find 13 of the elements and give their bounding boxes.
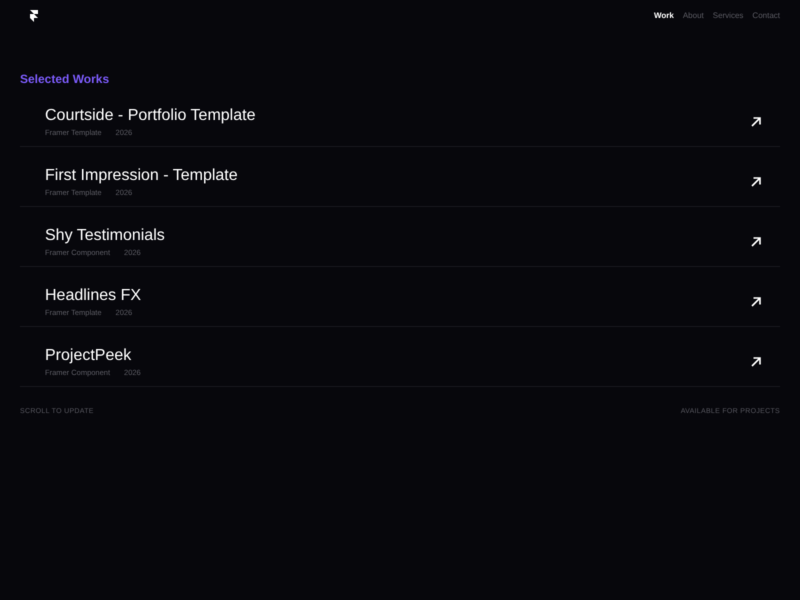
arrow-up-right-icon[interactable]	[751, 357, 761, 367]
arrow-up-right-icon[interactable]	[751, 297, 761, 307]
project-title[interactable]: Shy Testimonials	[45, 226, 165, 246]
project-title[interactable]: ProjectPeek	[45, 346, 132, 366]
nav-link[interactable]: Work	[654, 11, 674, 21]
project-title[interactable]: Headlines FX	[45, 286, 142, 306]
section-title: Selected Works	[20, 71, 110, 87]
project-title[interactable]: First Impression - Template	[45, 166, 238, 186]
arrow-up-right-icon[interactable]	[751, 237, 761, 247]
arrow-up-right-icon[interactable]	[751, 117, 761, 127]
project-title[interactable]: Courtside - Portfolio Template	[45, 106, 256, 126]
arrow-up-right-icon[interactable]	[751, 177, 761, 187]
logo-icon[interactable]	[30, 10, 38, 22]
